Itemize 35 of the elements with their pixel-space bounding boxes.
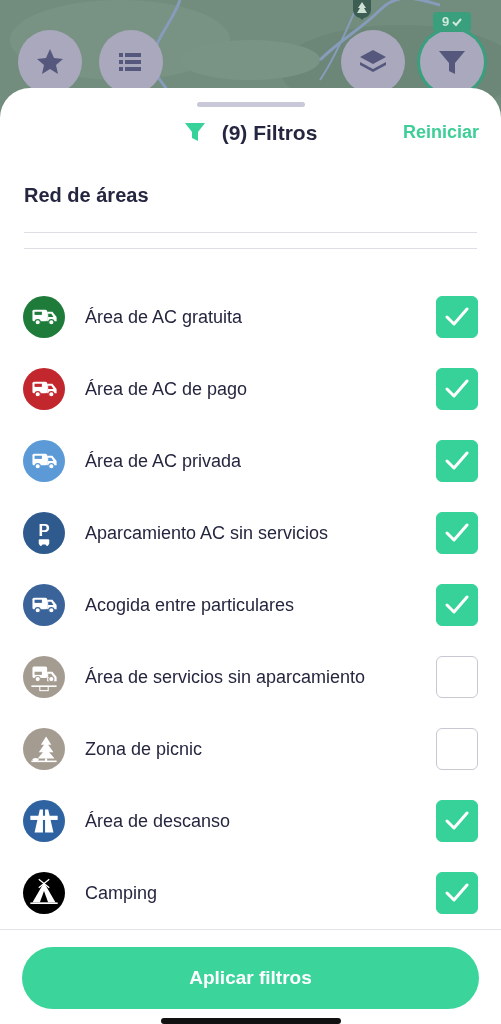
parking-icon: P	[23, 512, 65, 554]
filter-label: Área de servicios sin aparcamiento	[85, 665, 367, 689]
filter-label: Área de AC gratuita	[85, 305, 244, 329]
tree-pin-icon[interactable]	[351, 0, 373, 20]
filter-label: Acogida entre particulares	[85, 593, 296, 617]
check-icon	[445, 379, 469, 399]
checkbox[interactable]	[436, 656, 478, 698]
filter-label: Área de descanso	[85, 809, 232, 833]
check-icon	[445, 883, 469, 903]
checkbox[interactable]	[436, 584, 478, 626]
checkbox[interactable]	[436, 512, 478, 554]
drag-handle[interactable]	[196, 102, 305, 107]
checkbox[interactable]	[436, 440, 478, 482]
apply-button[interactable]: Aplicar filtros	[22, 947, 479, 1009]
checkbox[interactable]	[436, 368, 478, 410]
check-icon	[452, 17, 463, 27]
filter-label: Área de AC privada	[85, 449, 243, 473]
checkbox[interactable]	[436, 728, 478, 770]
checkbox[interactable]	[436, 800, 478, 842]
check-icon	[445, 307, 469, 327]
filter-label: Zona de picnic	[85, 737, 204, 761]
filter-label: Área de AC de pago	[85, 377, 249, 401]
check-icon	[445, 811, 469, 831]
checkbox[interactable]	[436, 872, 478, 914]
check-icon	[445, 451, 469, 471]
check-icon	[445, 523, 469, 543]
filter-label: Aparcamiento AC sin servicios	[85, 521, 330, 545]
section-heading: Red de áreas	[24, 183, 150, 208]
sheet-title: (9) Filtros	[221, 119, 318, 146]
badge-count: 9	[441, 13, 450, 32]
filter-label: Camping	[85, 881, 159, 905]
filter-icon	[183, 121, 206, 144]
checkbox[interactable]	[436, 296, 478, 338]
check-icon	[445, 595, 469, 615]
reset-link[interactable]: Reiniciar	[402, 118, 479, 146]
